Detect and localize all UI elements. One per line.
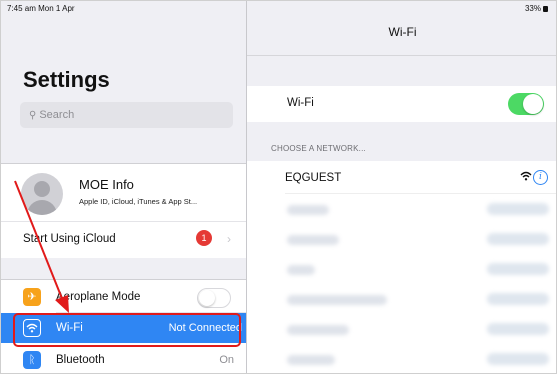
annotation-arrow: [14, 180, 69, 313]
ipad-settings-screen: Settings ⚲ Search MOE Info Apple ID, iClo…: [0, 0, 557, 374]
